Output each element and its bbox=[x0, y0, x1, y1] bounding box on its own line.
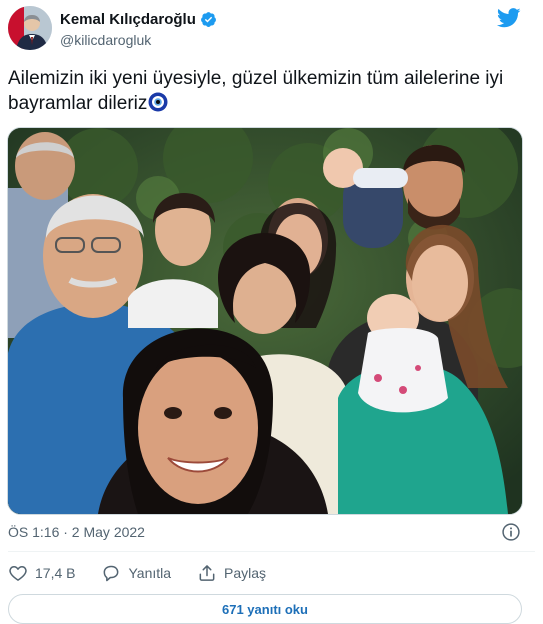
tweet-text-body: Ailemizin iki yeni üyesiyle, güzel ülkem… bbox=[8, 68, 504, 114]
author-handle[interactable]: @kilicdarogluk bbox=[60, 32, 151, 48]
tweet-actions: 17,4 B Yanıtla Paylaş bbox=[8, 563, 292, 583]
verified-badge-icon bbox=[200, 12, 216, 27]
heart-icon bbox=[9, 566, 27, 581]
tweet-text: Ailemizin iki yeni üyesiyle, güzel ülkem… bbox=[8, 66, 518, 116]
like-button[interactable]: 17,4 B bbox=[8, 563, 75, 583]
share-icon bbox=[199, 565, 215, 581]
tweet-photo[interactable] bbox=[7, 127, 523, 515]
reply-icon bbox=[104, 565, 119, 582]
read-replies-label: 671 yanıtı oku bbox=[222, 601, 308, 617]
reply-button[interactable]: Yanıtla bbox=[101, 563, 171, 583]
info-icon[interactable] bbox=[501, 522, 521, 542]
share-button[interactable]: Paylaş bbox=[197, 563, 266, 583]
author-display-name[interactable]: Kemal Kılıçdaroğlu bbox=[60, 11, 196, 28]
tweet-timestamp[interactable]: ÖS 1:16 · 2 May 2022 bbox=[8, 524, 145, 540]
twitter-logo-icon[interactable] bbox=[497, 8, 521, 28]
nazar-boncugu-icon bbox=[148, 92, 168, 112]
author-name-row[interactable]: Kemal Kılıçdaroğlu bbox=[60, 11, 217, 28]
author-avatar[interactable] bbox=[8, 6, 52, 50]
like-count: 17,4 B bbox=[35, 565, 76, 581]
reply-label: Yanıtla bbox=[128, 565, 172, 581]
share-label: Paylaş bbox=[224, 565, 267, 581]
family-photo-illustration bbox=[8, 128, 522, 514]
tweet-card: Kemal Kılıçdaroğlu @kilicdarogluk Ailemi… bbox=[0, 0, 543, 624]
divider bbox=[8, 551, 535, 552]
